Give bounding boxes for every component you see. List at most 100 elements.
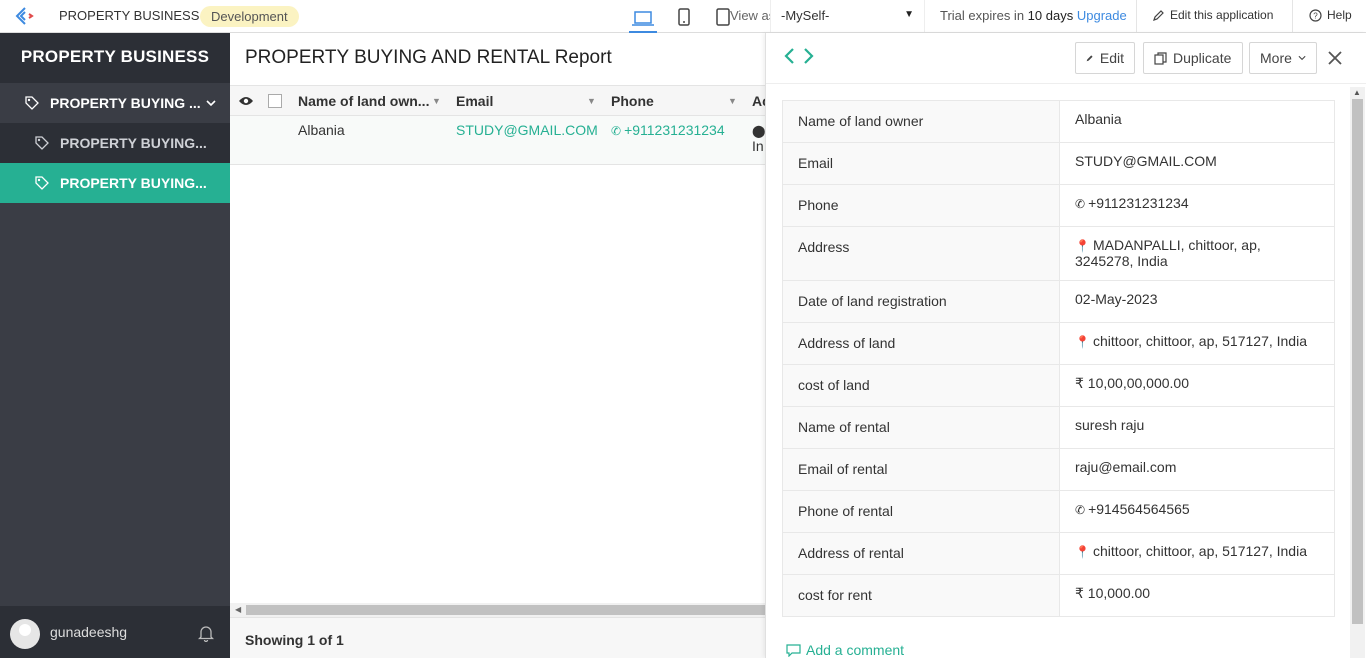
field-value: Albania [1059, 100, 1335, 143]
field-row: Email STUDY@GMAIL.COM [782, 142, 1335, 185]
trial-days: 10 days [1027, 8, 1074, 23]
address-value: MADANPALLI, chittoor, ap, 3245278, India [1075, 237, 1261, 269]
app-name[interactable]: PROPERTY BUSINESS [59, 8, 199, 23]
comment-icon [786, 643, 801, 657]
field-value-phone[interactable]: ✆ +911231231234 [1059, 184, 1335, 227]
sidebar: PROPERTY BUSINESS PROPERTY BUYING ... PR… [0, 33, 230, 658]
record-fields-table: Name of land owner Albania Email STUDY@G… [782, 100, 1335, 617]
sort-icon[interactable]: ▼ [432, 96, 441, 106]
edit-application-button[interactable]: Edit this application [1153, 8, 1273, 22]
address-value: chittoor, chittoor, ap, 517127, India [1092, 333, 1307, 349]
field-label: Name of rental [782, 406, 1060, 449]
close-icon[interactable] [1328, 48, 1342, 71]
edit-button[interactable]: Edit [1075, 42, 1135, 74]
sort-icon[interactable]: ▼ [587, 96, 596, 106]
scrollbar-thumb[interactable] [246, 605, 766, 615]
sidebar-item-property-buying-2[interactable]: PROPERTY BUYING... [0, 163, 230, 203]
map-pin-icon: ⬤ [752, 124, 766, 138]
field-label: cost of land [782, 364, 1060, 407]
scroll-left-icon[interactable]: ◀ [235, 605, 241, 614]
field-value-email[interactable]: raju@email.com [1059, 448, 1335, 491]
eye-icon[interactable] [238, 94, 254, 110]
map-pin-icon: 📍 [1075, 545, 1090, 559]
vertical-scrollbar[interactable]: ▲ [1350, 87, 1365, 658]
divider [1292, 0, 1293, 32]
next-record-icon[interactable] [803, 47, 814, 65]
chevron-down-icon [206, 96, 216, 110]
divider [1136, 0, 1137, 32]
duplicate-label: Duplicate [1173, 50, 1232, 66]
help-icon: ? [1309, 8, 1322, 22]
field-value-email[interactable]: STUDY@GMAIL.COM [1059, 142, 1335, 185]
view-as-select[interactable]: -MySelf- ▼ [770, 0, 925, 32]
cell-email[interactable]: STUDY@GMAIL.COM [456, 122, 598, 138]
table-row[interactable]: Albania STUDY@GMAIL.COM ✆ +911231231234 ⬤… [230, 116, 766, 165]
pencil-icon [1153, 10, 1164, 21]
avatar[interactable] [10, 619, 40, 649]
tag-icon [24, 95, 40, 111]
more-label: More [1260, 50, 1292, 66]
column-header-name[interactable]: Name of land own... [298, 93, 429, 109]
previous-record-icon[interactable] [784, 47, 795, 65]
column-header-email[interactable]: Email [456, 93, 493, 109]
bell-icon[interactable] [197, 625, 215, 645]
mobile-view-icon[interactable] [670, 6, 698, 28]
sidebar-item-property-buying-1[interactable]: PROPERTY BUYING... [0, 123, 230, 163]
field-row: Email of rental raju@email.com [782, 448, 1335, 491]
phone-icon: ✆ [1075, 503, 1086, 517]
field-row: Address of land 📍 chittoor, chittoor, ap,… [782, 322, 1335, 365]
report-title: PROPERTY BUYING AND RENTAL Report [245, 47, 612, 68]
scrollbar-thumb[interactable] [1352, 99, 1363, 624]
cell-phone[interactable]: ✆ +911231231234 [611, 122, 725, 138]
help-button[interactable]: ? Help [1309, 8, 1352, 22]
phone-icon: ✆ [611, 124, 622, 138]
select-all-checkbox[interactable] [268, 94, 282, 108]
cell-name: Albania [298, 122, 345, 138]
field-row: cost for rent ₹ 10,000.00 [782, 574, 1335, 617]
phone-value: +914564564565 [1088, 501, 1190, 517]
laptop-view-icon[interactable] [629, 6, 657, 33]
field-row: Name of land owner Albania [782, 100, 1335, 143]
field-label: Address [782, 226, 1060, 281]
field-value: ₹ 10,000.00 [1059, 574, 1335, 617]
trial-notice: Trial expires in 10 days Upgrade [940, 8, 1127, 23]
field-value-address: 📍 chittoor, chittoor, ap, 517127, India [1059, 532, 1335, 575]
field-row: Address of rental 📍 chittoor, chittoor, a… [782, 532, 1335, 575]
field-row: Name of rental suresh raju [782, 406, 1335, 449]
add-comment-label: Add a comment [806, 642, 905, 658]
scroll-up-icon[interactable]: ▲ [1353, 88, 1361, 97]
field-label: Address of rental [782, 532, 1060, 575]
phone-icon: ✆ [1075, 197, 1086, 211]
edit-label: Edit [1099, 50, 1124, 66]
view-as-label: View as [730, 8, 776, 23]
tag-icon [34, 135, 50, 151]
username[interactable]: gunadeeshg [50, 624, 127, 640]
phone-value: +911231231234 [1088, 195, 1189, 211]
sidebar-section-property-buying[interactable]: PROPERTY BUYING ... [0, 83, 230, 123]
sidebar-item-label: PROPERTY BUYING... [60, 175, 207, 191]
upgrade-link[interactable]: Upgrade [1077, 8, 1127, 23]
more-button[interactable]: More [1249, 42, 1317, 74]
column-header-phone[interactable]: Phone [611, 93, 654, 109]
top-bar: PROPERTY BUSINESS Development View as -M… [0, 0, 1366, 33]
field-label: Email of rental [782, 448, 1060, 491]
map-pin-icon: 📍 [1075, 239, 1090, 253]
map-pin-icon: 📍 [1075, 335, 1090, 349]
field-value-phone[interactable]: ✆ +914564564565 [1059, 490, 1335, 533]
duplicate-button[interactable]: Duplicate [1143, 42, 1243, 74]
record-nav[interactable] [784, 47, 814, 71]
field-label: Phone of rental [782, 490, 1060, 533]
field-value: suresh raju [1059, 406, 1335, 449]
app-logo-icon[interactable] [14, 6, 36, 26]
sidebar-section-label: PROPERTY BUYING ... [50, 95, 201, 111]
sidebar-brand: PROPERTY BUSINESS [0, 33, 230, 83]
field-label: Phone [782, 184, 1060, 227]
field-label: Name of land owner [782, 100, 1060, 143]
add-comment-link[interactable]: Add a comment [786, 642, 904, 658]
sort-icon[interactable]: ▼ [728, 96, 737, 106]
chevron-down-icon [1298, 55, 1306, 61]
horizontal-scrollbar[interactable]: ◀ [230, 603, 766, 617]
sidebar-item-label: PROPERTY BUYING... [60, 135, 207, 151]
cell-phone-value: +911231231234 [624, 122, 725, 138]
environment-badge[interactable]: Development [200, 6, 299, 27]
